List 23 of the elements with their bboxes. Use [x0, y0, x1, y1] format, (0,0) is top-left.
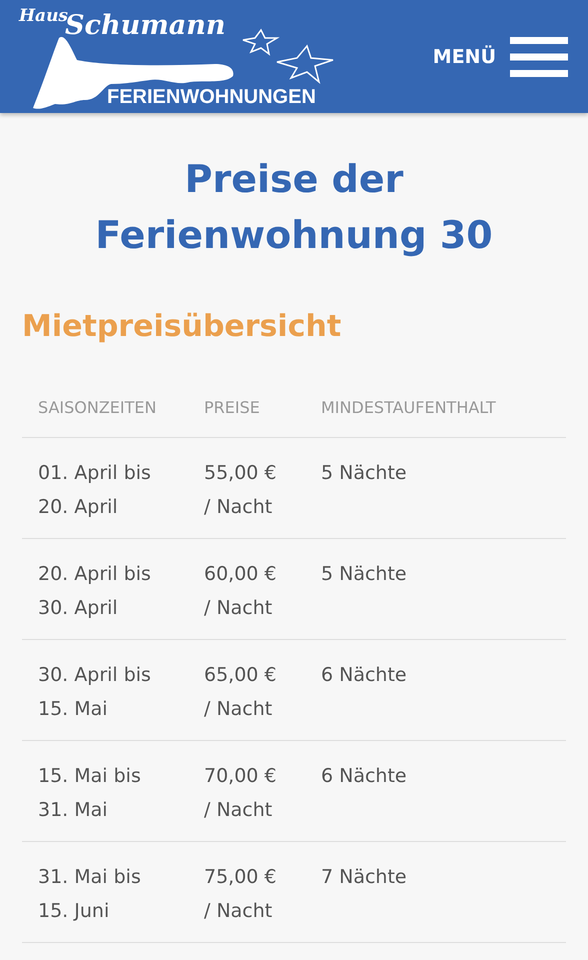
logo-subtitle: FERIENWOHNUNGEN — [107, 87, 316, 107]
table-cell-text: 15. Mai bis 31. Mai — [37, 764, 142, 823]
table-cell-text: 20. April bis 30. April — [37, 562, 152, 621]
table-cell-text: 01. April bis 20. April — [37, 461, 152, 520]
table-cell-text: 5 Nächte — [321, 562, 408, 587]
column-header: MINDESTAUFENTHALT — [321, 397, 497, 419]
section-heading: Mietpreisübersicht — [22, 308, 342, 346]
column-header: SAISONZEITEN — [37, 397, 158, 419]
table-cell-text: 5 Nächte — [321, 461, 408, 486]
table-cell-text: 70,00 € / Nacht — [204, 764, 278, 823]
table-cell-text: 6 Nächte — [321, 764, 408, 789]
table-cell-text: 60,00 € / Nacht — [204, 562, 278, 621]
table-cell-text: 30. April bis 15. Mai — [37, 663, 152, 722]
table-cell-text: 75,00 € / Nacht — [204, 865, 278, 924]
column-header: PREISE — [204, 397, 261, 419]
table-cell-text: 31. Mai bis 15. Juni — [37, 865, 142, 924]
menu-icon — [510, 36, 568, 76]
table-cell-text: 55,00 € / Nacht — [204, 461, 278, 520]
table-cell-text: 65,00 € / Nacht — [204, 663, 278, 722]
table-cell-text: 7 Nächte — [321, 865, 408, 890]
menu-button[interactable]: MENÜ — [432, 36, 568, 76]
table-cell-text: 6 Nächte — [321, 663, 408, 688]
page-title: Preise der Ferienwohnung 30 — [94, 156, 494, 259]
